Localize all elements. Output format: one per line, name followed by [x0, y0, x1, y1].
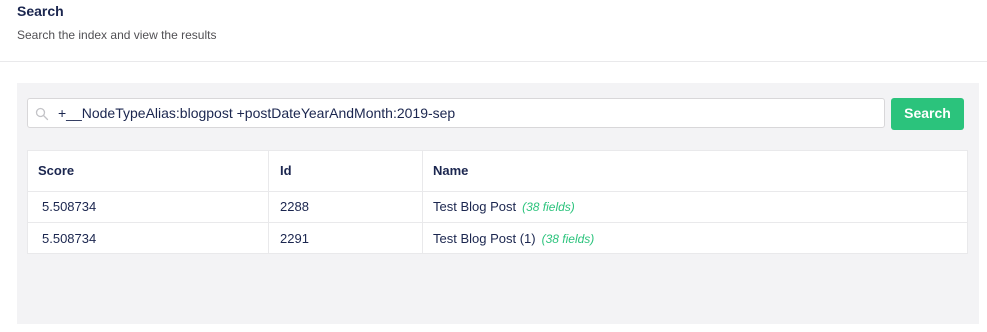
search-icon [35, 107, 49, 121]
score-cell: 5.508734 [28, 191, 269, 222]
score-cell: 5.508734 [28, 223, 269, 254]
column-header-score[interactable]: Score [28, 151, 269, 191]
table-row[interactable]: 5.508734 2288 Test Blog Post (38 fields) [28, 191, 967, 223]
search-query-text[interactable]: +__NodeTypeAlias:blogpost +postDateYearA… [58, 105, 455, 121]
table-row[interactable]: 5.508734 2291 Test Blog Post (1) (38 fiel… [28, 223, 967, 254]
id-cell: 2291 [269, 223, 423, 254]
table-header-row: Score Id Name [28, 151, 967, 192]
column-header-id[interactable]: Id [269, 151, 423, 191]
page-subtitle: Search the index and view the results [17, 28, 217, 42]
search-input[interactable]: +__NodeTypeAlias:blogpost +postDateYearA… [27, 98, 885, 128]
result-name: Test Blog Post (1) [433, 231, 536, 246]
column-header-name[interactable]: Name [423, 151, 967, 191]
search-button[interactable]: Search [891, 98, 964, 130]
name-cell: Test Blog Post (1) (38 fields) [423, 223, 967, 254]
fields-link[interactable]: (38 fields) [522, 200, 575, 214]
header-divider [0, 61, 987, 62]
id-cell: 2288 [269, 191, 423, 222]
search-panel: +__NodeTypeAlias:blogpost +postDateYearA… [17, 83, 979, 324]
result-name: Test Blog Post [433, 199, 517, 214]
fields-link[interactable]: (38 fields) [542, 232, 595, 246]
page-title: Search [17, 3, 64, 19]
name-cell: Test Blog Post (38 fields) [423, 191, 967, 222]
results-table: Score Id Name 5.508734 2288 Test Blog Po… [27, 150, 968, 254]
